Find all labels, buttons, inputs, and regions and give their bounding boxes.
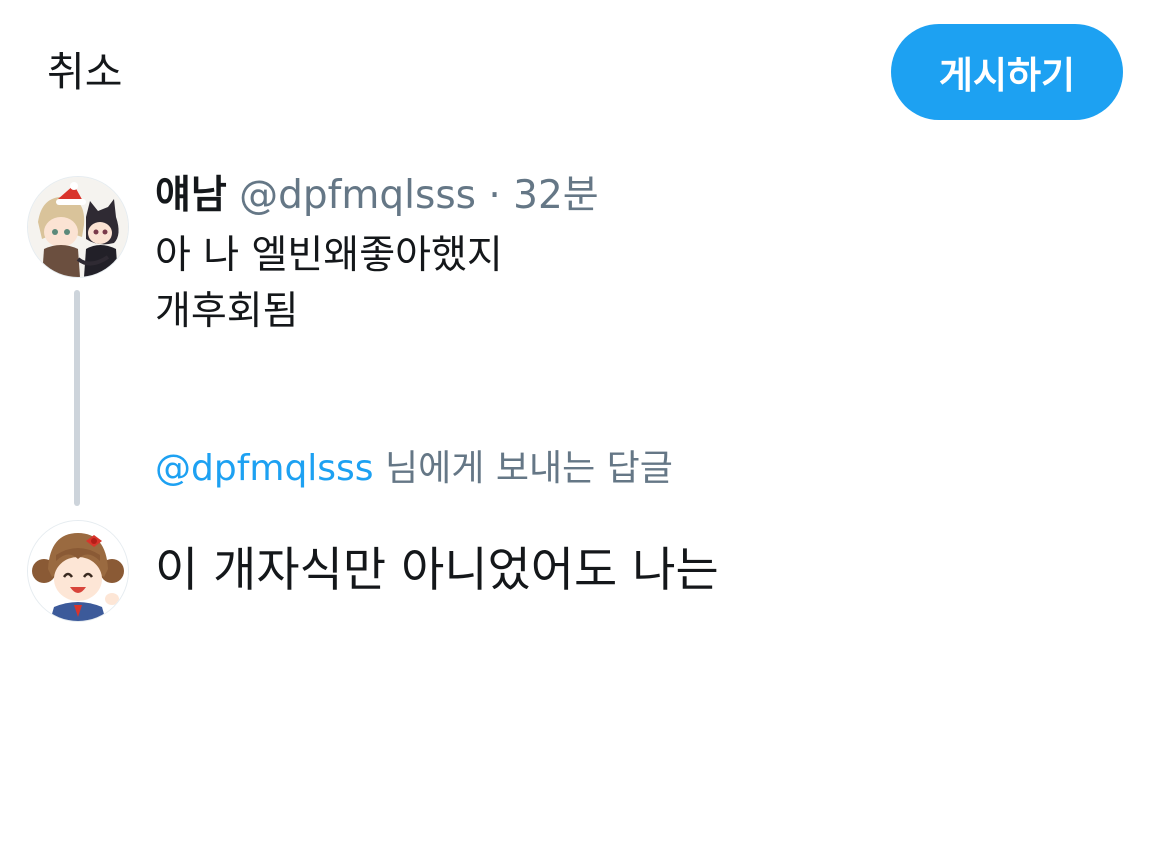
tweet-separator: ·: [488, 173, 501, 218]
tweet-display-name[interactable]: 얘남: [155, 173, 227, 218]
reply-compose-screen: 취소 게시하기 얘남 @dpfmqlsss · 32분 아 나 엘빈왜좋아했지 …: [0, 0, 1169, 841]
tweet-text: 아 나 엘빈왜좋아했지 개후회됨: [155, 228, 503, 340]
tweet-author-avatar[interactable]: [27, 176, 129, 278]
replying-to-label: @dpfmqlsss 님에게 보내는 답글: [155, 443, 673, 495]
tweet-handle[interactable]: @dpfmqlsss: [239, 173, 476, 218]
chibi-characters-avatar-icon: [28, 177, 128, 277]
reply-suffix: 님에게 보내는 답글: [385, 448, 673, 489]
tweet-header: 얘남 @dpfmqlsss · 32분: [155, 170, 599, 222]
tweet-text-line: 개후회됨: [155, 289, 299, 334]
reply-text-input[interactable]: 이 개자식만 아니었어도 나는: [155, 535, 719, 607]
cancel-button[interactable]: 취소: [47, 44, 122, 100]
reply-mention-link[interactable]: @dpfmqlsss: [155, 448, 374, 489]
chibi-girl-avatar-icon: [28, 521, 128, 621]
tweet-text-line: 아 나 엘빈왜좋아했지: [155, 233, 503, 278]
compose-user-avatar[interactable]: [27, 520, 129, 622]
thread-connector-line: [74, 290, 80, 506]
post-button[interactable]: 게시하기: [891, 24, 1123, 120]
tweet-timestamp: 32분: [513, 173, 599, 218]
post-button-label: 게시하기: [938, 54, 1076, 97]
